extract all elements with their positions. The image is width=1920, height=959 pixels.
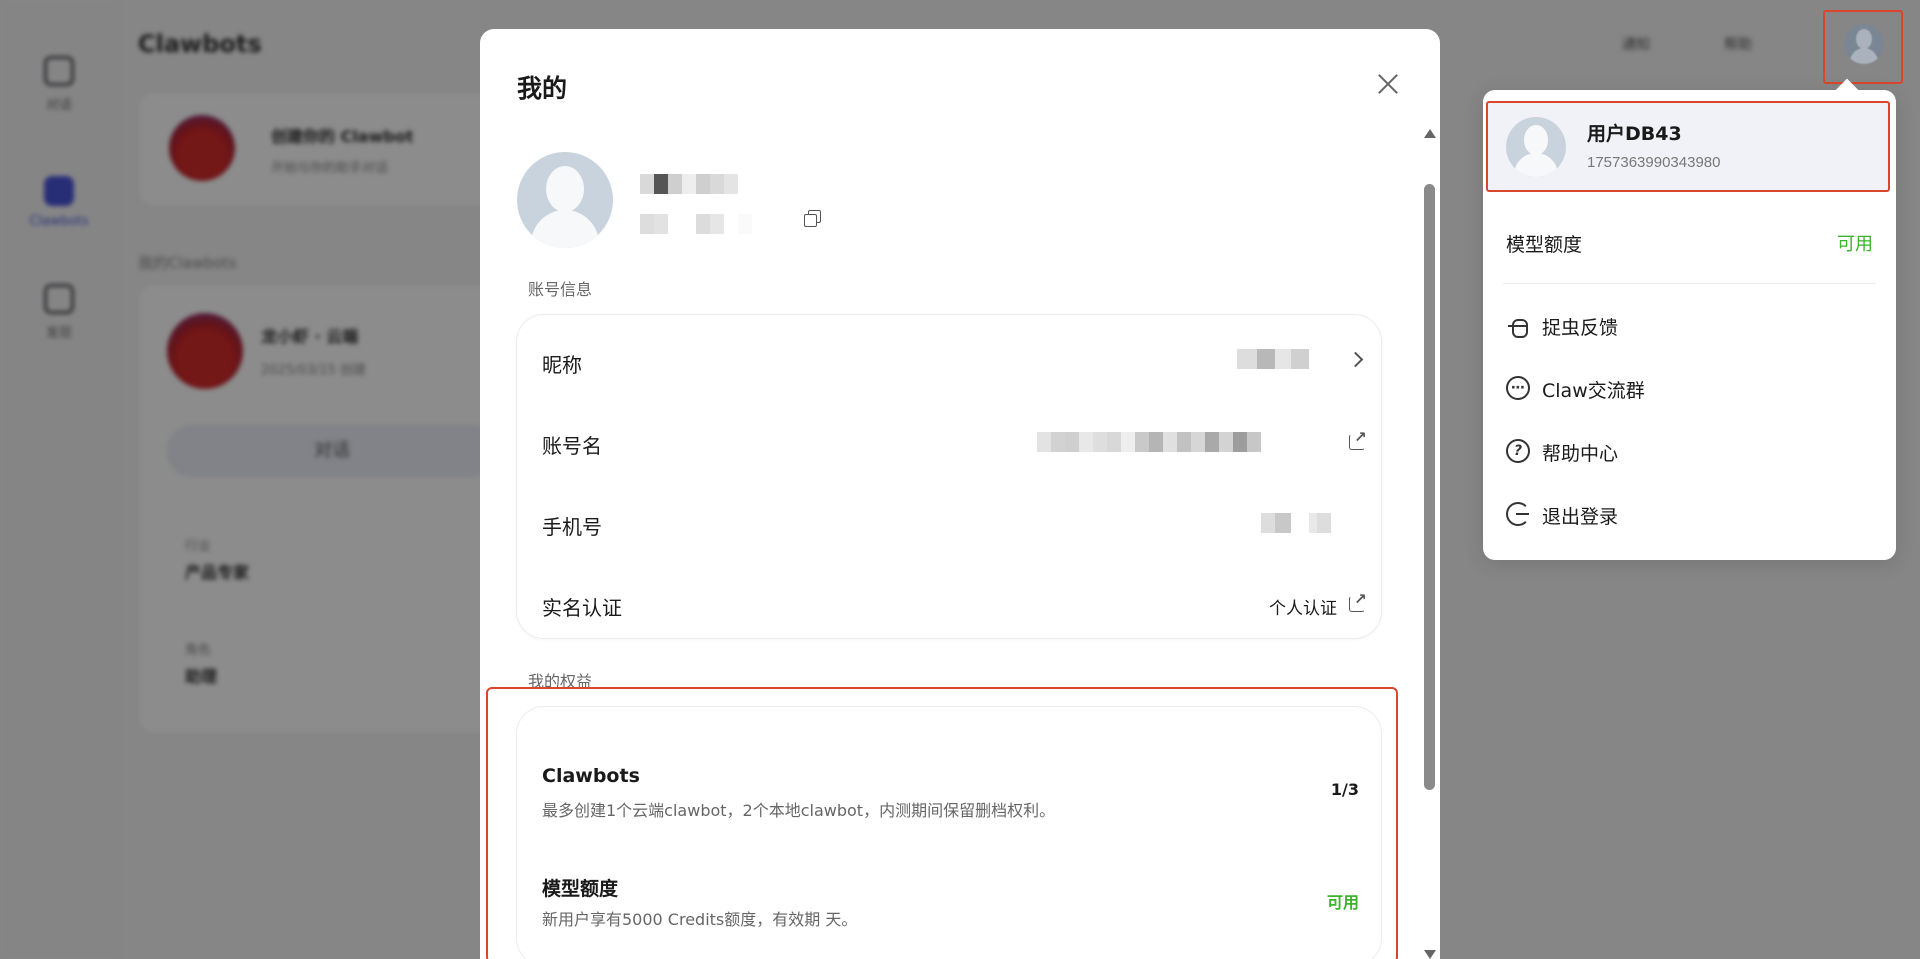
- scroll-up-icon[interactable]: [1424, 129, 1436, 138]
- menu-item-community[interactable]: ⋯ Claw交流群: [1503, 368, 1876, 408]
- menu-item-label: Claw交流群: [1542, 380, 1645, 402]
- logout-icon: [1506, 502, 1530, 526]
- row-label: 实名认证: [542, 596, 622, 620]
- account-name-row[interactable]: 账号名: [517, 412, 1383, 472]
- scroll-thumb[interactable]: [1424, 184, 1435, 790]
- chat-bubble-icon: ⋯: [1506, 376, 1530, 400]
- nickname-row[interactable]: 昵称: [517, 331, 1383, 391]
- menu-item-label: 捉虫反馈: [1542, 317, 1619, 339]
- redacted-nickname-value: [1237, 349, 1309, 369]
- external-link-icon[interactable]: [1349, 590, 1367, 612]
- model-quota-right: 模型额度 新用户享有5000 Credits额度，有效期 天。 可用: [517, 874, 1383, 954]
- quota-status: 可用: [1837, 234, 1873, 255]
- close-icon[interactable]: [1373, 69, 1403, 99]
- redacted-nickname: [640, 174, 738, 194]
- real-name-row[interactable]: 实名认证 个人认证: [517, 574, 1383, 634]
- right-value: 1/3: [1330, 780, 1359, 799]
- avatar[interactable]: [517, 152, 613, 248]
- account-section-label: 账号信息: [528, 280, 593, 299]
- right-title: Clawbots: [542, 765, 640, 787]
- redacted-account-value: [1037, 432, 1261, 452]
- user-menu: 用户DB43 1757363990343980 模型额度 可用 捉虫反馈 ⋯ C…: [1483, 90, 1896, 560]
- account-info-card: 昵称 账号名 手机号 实名认证 个人认证: [516, 314, 1382, 639]
- modal-title: 我的: [517, 74, 568, 103]
- right-value: 可用: [1326, 893, 1359, 912]
- user-name: 用户DB43: [1587, 123, 1682, 145]
- redacted-account: [640, 214, 752, 234]
- phone-row: 手机号: [517, 493, 1383, 553]
- verification-status: 个人认证: [1269, 599, 1337, 619]
- row-label: 手机号: [542, 515, 602, 539]
- user-avatar-button[interactable]: [1844, 24, 1884, 64]
- menu-item-bug-report[interactable]: 捉虫反馈: [1503, 305, 1876, 345]
- user-id: 1757363990343980: [1587, 154, 1721, 171]
- scroll-down-icon[interactable]: [1424, 950, 1436, 959]
- right-desc: 新用户享有5000 Credits额度，有效期 天。: [542, 910, 858, 929]
- avatar: [1506, 117, 1566, 177]
- bug-icon: [1506, 313, 1530, 338]
- menu-item-label: 退出登录: [1542, 506, 1619, 528]
- right-desc: 最多创建1个云端clawbot，2个本地clawbot，内测期间保留删档权利。: [542, 801, 1056, 820]
- right-title: 模型额度: [542, 878, 619, 900]
- help-icon: ?: [1506, 439, 1530, 463]
- copy-icon[interactable]: [804, 210, 821, 227]
- clawbots-right: Clawbots 最多创建1个云端clawbot，2个本地clawbot，内测期…: [517, 765, 1383, 845]
- external-link-icon[interactable]: [1349, 428, 1367, 450]
- user-info-card[interactable]: 用户DB43 1757363990343980: [1486, 101, 1890, 192]
- profile-modal: 我的 账号信息 昵称 账号名 手机号: [480, 29, 1440, 959]
- row-label: 账号名: [542, 434, 602, 458]
- redacted-phone-value: [1261, 513, 1331, 533]
- modal-scrollbar[interactable]: [1422, 129, 1436, 959]
- menu-item-help[interactable]: ? 帮助中心: [1503, 431, 1876, 471]
- divider: [1503, 283, 1876, 284]
- menu-item-label: 帮助中心: [1542, 443, 1619, 465]
- rights-card: Clawbots 最多创建1个云端clawbot，2个本地clawbot，内测期…: [516, 706, 1382, 959]
- row-label: 昵称: [542, 353, 582, 377]
- chevron-right-icon: [1347, 351, 1364, 368]
- menu-item-logout[interactable]: 退出登录: [1503, 494, 1876, 534]
- quota-label: 模型额度: [1506, 234, 1583, 256]
